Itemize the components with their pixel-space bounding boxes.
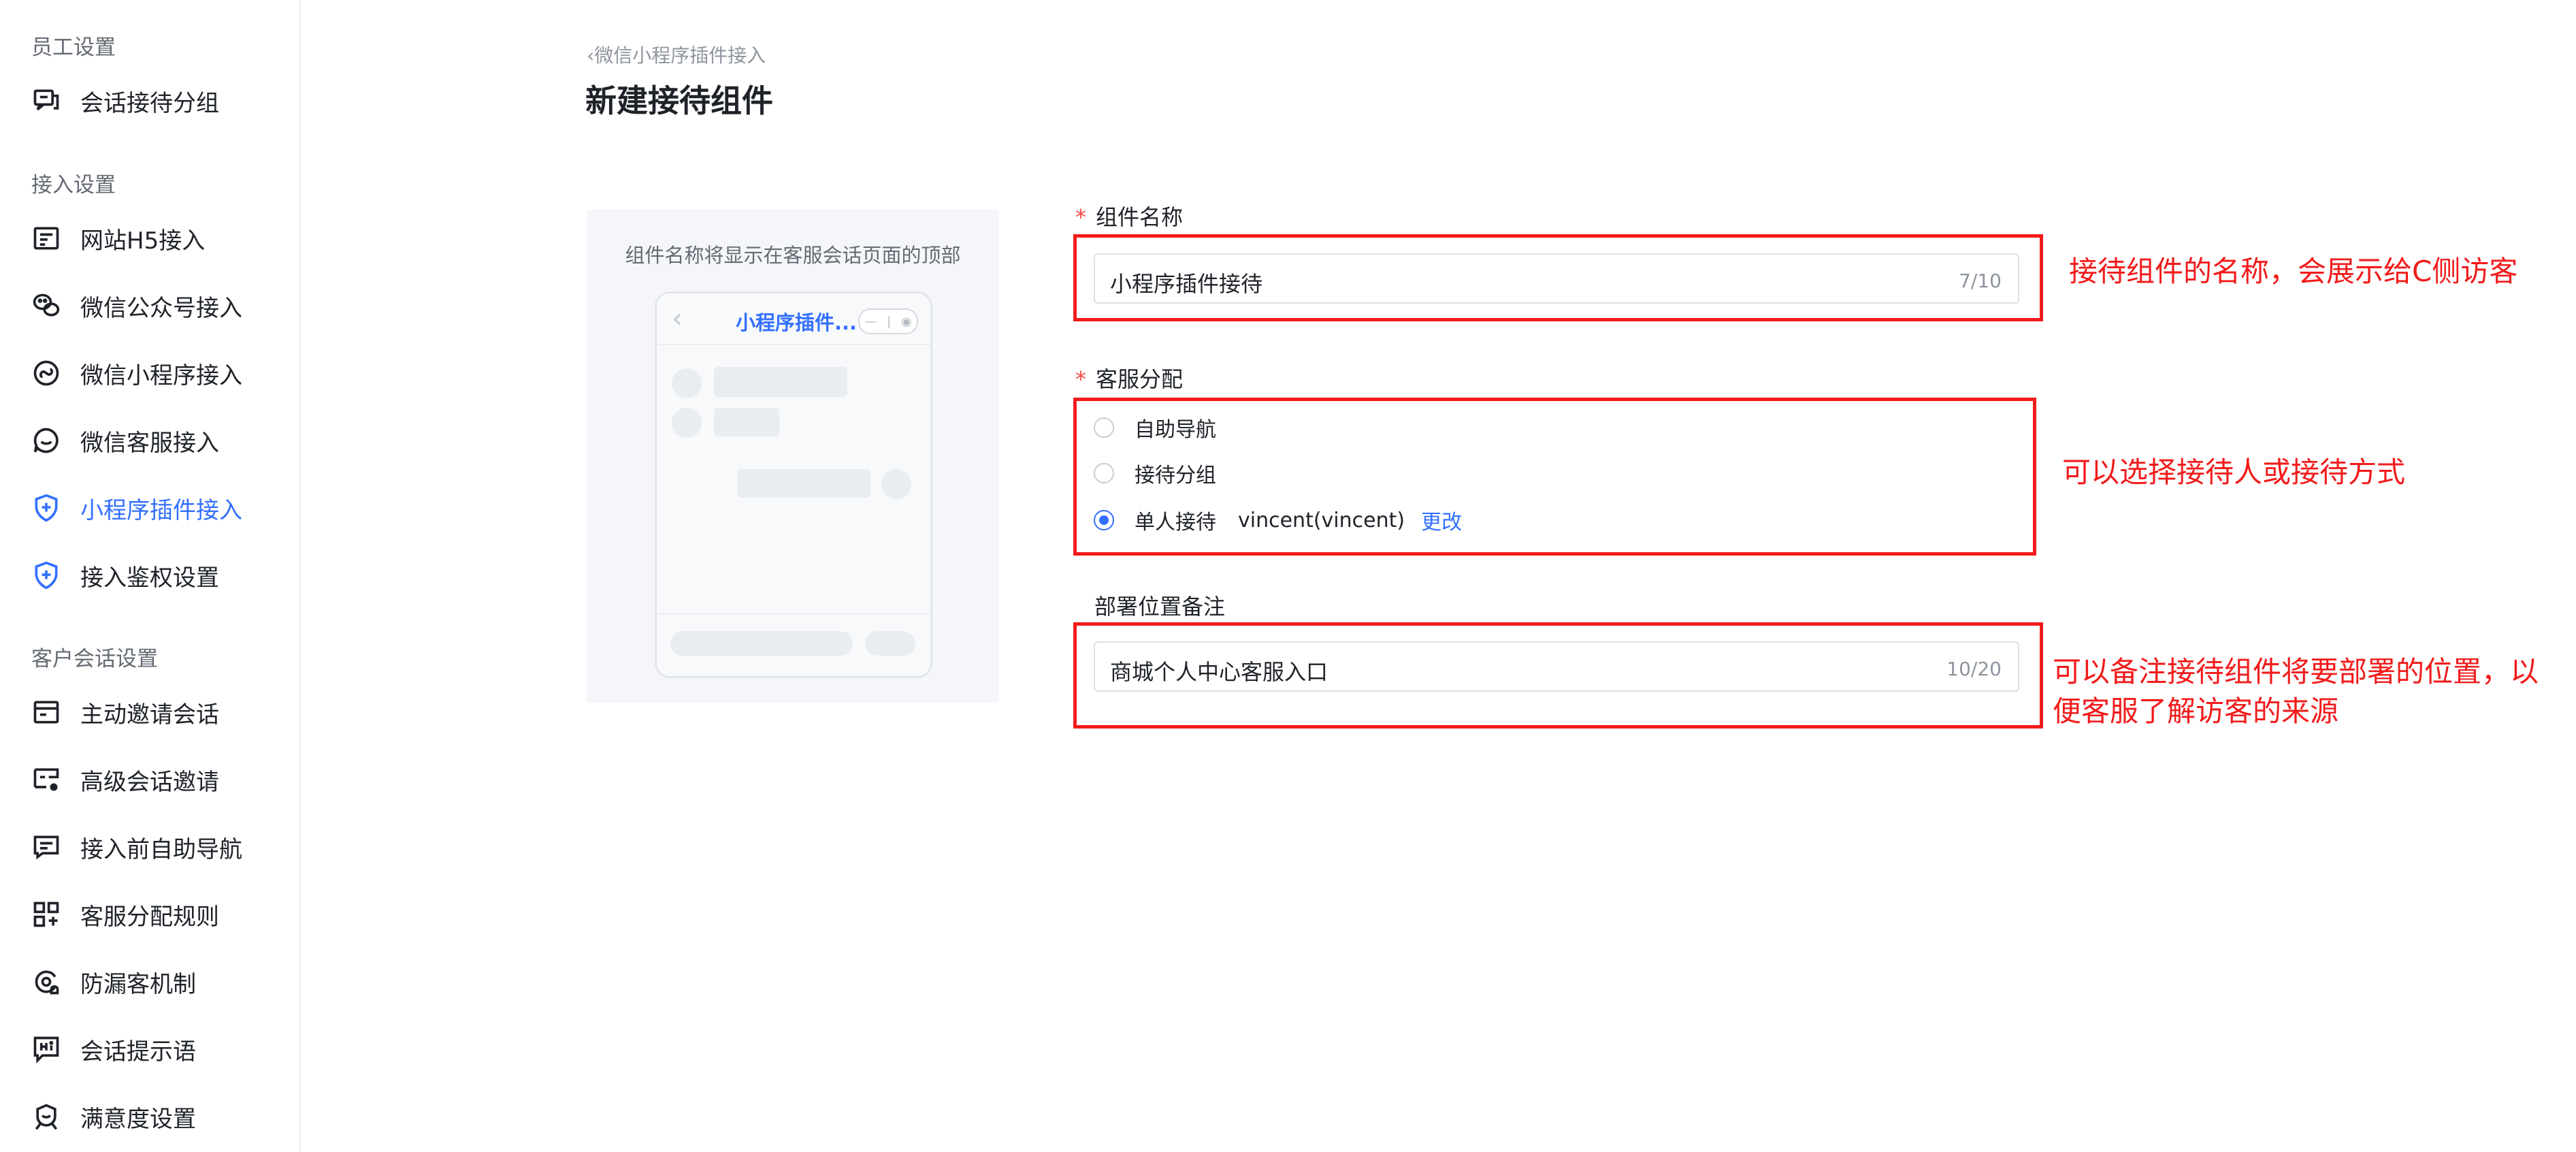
annotation-name-note: 接待组件的名称，会展示给C侧访客 <box>2069 255 2518 288</box>
sidebar: 员工设置 会话接待分组 接入设置 网站H5接入 微信公众号接入 微信小程序接入 … <box>0 0 301 1152</box>
sidebar-item-wechat-miniprogram[interactable]: 微信小程序接入 <box>31 353 242 394</box>
breadcrumb[interactable]: ‹微信小程序插件接入 <box>587 41 766 68</box>
required-mark: * <box>1075 204 1086 230</box>
annotation-location-note-2: 便客服了解访客的来源 <box>2053 694 2339 728</box>
sidebar-item-advanced-invite[interactable]: 高级会话邀请 <box>31 759 219 800</box>
assign-rule-icon <box>31 899 61 929</box>
back-arrow-icon: ‹ <box>672 303 683 334</box>
capsule-menu-icon: — | ◉ <box>858 308 918 334</box>
sidebar-item-miniprogram-plugin[interactable]: 小程序插件接入 <box>31 487 242 528</box>
page-title: 新建接待组件 <box>585 82 773 119</box>
sidebar-item-self-navigation[interactable]: 接入前自助导航 <box>31 827 242 867</box>
sidebar-item-web-h5[interactable]: 网站H5接入 <box>31 218 205 259</box>
sidebar-item-label: 微信小程序接入 <box>80 362 242 389</box>
phone-nav-bar: ‹ 小程序插件... — | ◉ <box>657 293 930 345</box>
sidebar-item-wechat-official[interactable]: 微信公众号接入 <box>31 285 242 326</box>
chevron-left-icon: ‹ <box>587 44 595 67</box>
sidebar-item-wechat-service[interactable]: 微信客服接入 <box>31 420 219 461</box>
sidebar-item-active-invite[interactable]: 主动邀请会话 <box>31 692 219 733</box>
web-page-icon <box>31 223 61 253</box>
skeleton-input <box>670 631 853 656</box>
phone-divider <box>657 613 930 615</box>
section-title-access: 接入设置 <box>31 173 116 197</box>
phone-mockup: ‹ 小程序插件... — | ◉ <box>655 291 932 678</box>
annotation-box-location <box>1073 622 2043 729</box>
sidebar-item-leak-prevention[interactable]: 防漏客机制 <box>31 961 196 1002</box>
skeleton-avatar <box>672 368 702 398</box>
sidebar-item-label: 接入鉴权设置 <box>80 564 219 592</box>
shield-plus-icon <box>31 493 61 523</box>
annotation-box-name <box>1073 234 2043 321</box>
chat-group-icon <box>31 86 61 116</box>
invite-card-icon <box>31 697 61 727</box>
section-title-customer-session: 客户会话设置 <box>31 647 158 671</box>
preview-caption: 组件名称将显示在客服会话页面的顶部 <box>625 244 961 267</box>
location-note-label: 部署位置备注 <box>1094 594 1226 620</box>
satisfaction-icon <box>31 1102 61 1132</box>
sidebar-item-label: 微信公众号接入 <box>80 294 242 322</box>
required-mark: * <box>1075 366 1086 392</box>
advanced-invite-icon <box>31 765 61 795</box>
sidebar-item-chat-group[interactable]: 会话接待分组 <box>31 80 219 121</box>
sidebar-item-label: 会话提示语 <box>80 1038 196 1066</box>
skeleton-bubble <box>737 469 870 498</box>
sidebar-item-auth-settings[interactable]: 接入鉴权设置 <box>31 555 219 596</box>
sidebar-item-label: 小程序插件接入 <box>80 496 242 524</box>
customer-service-icon <box>31 426 61 455</box>
leak-prevention-icon <box>31 967 61 997</box>
phone-title: 小程序插件... <box>736 311 858 334</box>
preview-card: 组件名称将显示在客服会话页面的顶部 ‹ 小程序插件... — | ◉ <box>587 210 999 703</box>
skeleton-avatar <box>672 408 702 438</box>
mini-program-icon <box>31 358 61 388</box>
skeleton-bubble <box>714 367 847 397</box>
sidebar-item-label: 满意度设置 <box>80 1105 196 1133</box>
self-navigation-icon <box>31 832 61 862</box>
skeleton-avatar <box>881 469 911 499</box>
annotation-assign-note: 可以选择接待人或接待方式 <box>2062 455 2406 489</box>
sidebar-item-satisfaction[interactable]: 满意度设置 <box>31 1096 196 1137</box>
hi-message-icon <box>31 1034 61 1064</box>
skeleton-send <box>865 631 915 656</box>
sidebar-item-assign-rule[interactable]: 客服分配规则 <box>31 894 219 935</box>
sidebar-item-label: 会话接待分组 <box>80 89 219 117</box>
section-title-staff: 员工设置 <box>31 35 116 60</box>
component-name-label: * 组件名称 <box>1075 204 1184 230</box>
sidebar-item-session-prompt[interactable]: 会话提示语 <box>31 1029 196 1070</box>
skeleton-bubble <box>714 408 779 436</box>
annotation-box-assign <box>1073 398 2036 556</box>
sidebar-item-label: 微信客服接入 <box>80 429 219 457</box>
sidebar-item-label: 主动邀请会话 <box>80 701 219 729</box>
sidebar-item-label: 客服分配规则 <box>80 903 219 931</box>
shield-plus-icon <box>31 560 61 590</box>
sidebar-item-label: 接入前自助导航 <box>80 835 242 863</box>
annotation-location-note-1: 可以备注接待组件将要部署的位置，以 <box>2053 655 2539 688</box>
sidebar-item-label: 高级会话邀请 <box>80 768 219 796</box>
wechat-icon <box>31 291 61 321</box>
sidebar-item-label: 防漏客机制 <box>80 970 196 998</box>
assign-label: * 客服分配 <box>1075 366 1184 392</box>
breadcrumb-label: 微信小程序插件接入 <box>594 44 766 67</box>
sidebar-item-label: 网站H5接入 <box>80 227 206 255</box>
